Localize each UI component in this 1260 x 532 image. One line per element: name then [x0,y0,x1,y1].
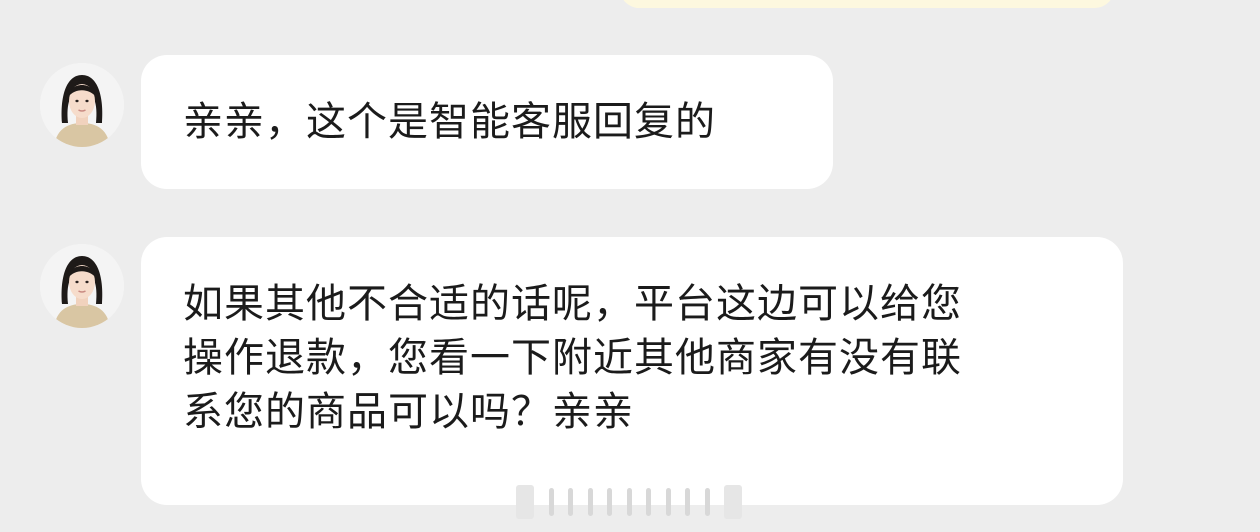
scroll-indicator-tick [685,488,690,516]
scroll-indicator-tick [646,488,651,516]
scroll-indicator-tick [704,488,710,516]
scroll-indicator-handle [724,485,742,519]
message-text-line: 操作退款，您看一下附近其他商家有没有联 [183,335,962,381]
scroll-indicator-tick [626,488,632,516]
scroll-indicator-tick [568,488,573,516]
agent-avatar-icon[interactable] [40,244,124,328]
message-bubble[interactable]: 亲亲，这个是智能客服回复的 [141,55,833,189]
scroll-indicator-tick [548,488,554,516]
message-text-line: 如果其他不合适的话呢，平台这边可以给您 [183,281,962,327]
scroll-indicator-tick [587,488,593,516]
message-text-line: 系您的商品可以吗？亲亲 [183,389,634,435]
scroll-indicator-tick [665,488,671,516]
agent-avatar-icon[interactable] [40,63,124,147]
message-bubble[interactable]: 如果其他不合适的话呢，平台这边可以给您 操作退款，您看一下附近其他商家有没有联 … [141,237,1123,505]
scroll-indicator [516,485,742,519]
scroll-indicator-handle [516,485,534,519]
scroll-indicator-tick [607,488,612,516]
message-text: 亲亲，这个是智能客服回复的 [183,99,716,145]
previous-message-bubble [620,0,1114,8]
